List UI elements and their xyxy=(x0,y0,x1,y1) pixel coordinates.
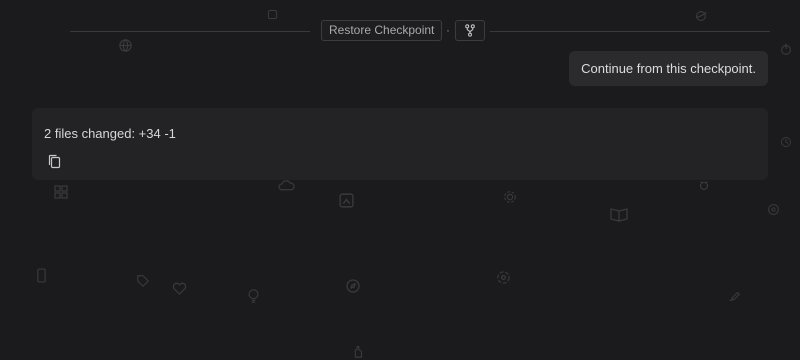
paint-icon xyxy=(729,291,741,301)
flower-icon xyxy=(497,271,510,284)
clock-icon xyxy=(781,137,791,147)
book-icon xyxy=(610,208,628,222)
git-fork-icon xyxy=(465,24,475,37)
copy-button[interactable] xyxy=(46,153,62,169)
copy-icon xyxy=(48,154,60,168)
frame-icon xyxy=(339,193,354,208)
tag-icon xyxy=(137,275,150,288)
power-icon xyxy=(781,43,791,55)
restore-checkpoint-button[interactable]: Restore Checkpoint xyxy=(321,20,443,41)
hand-icon xyxy=(354,346,363,358)
changes-summary: 2 files changed: +34 -1 xyxy=(44,126,176,141)
compass-icon xyxy=(346,279,360,293)
divider-right xyxy=(490,31,770,32)
fork-button[interactable] xyxy=(455,20,485,41)
file-changes-card: 2 files changed: +34 -1 xyxy=(32,108,768,180)
apps-icon xyxy=(54,185,68,199)
separator-dot: · xyxy=(446,23,450,37)
bug-icon xyxy=(699,181,709,190)
target-icon xyxy=(768,204,779,215)
cloud-icon xyxy=(278,180,295,191)
checkpoint-bar: Restore Checkpoint · xyxy=(0,19,800,43)
divider-left xyxy=(70,31,310,32)
gear-icon xyxy=(504,191,516,203)
phone-icon xyxy=(37,268,46,283)
bulb-icon xyxy=(248,289,259,303)
heart-icon xyxy=(172,282,187,295)
user-message-bubble: Continue from this checkpoint. xyxy=(569,51,768,86)
